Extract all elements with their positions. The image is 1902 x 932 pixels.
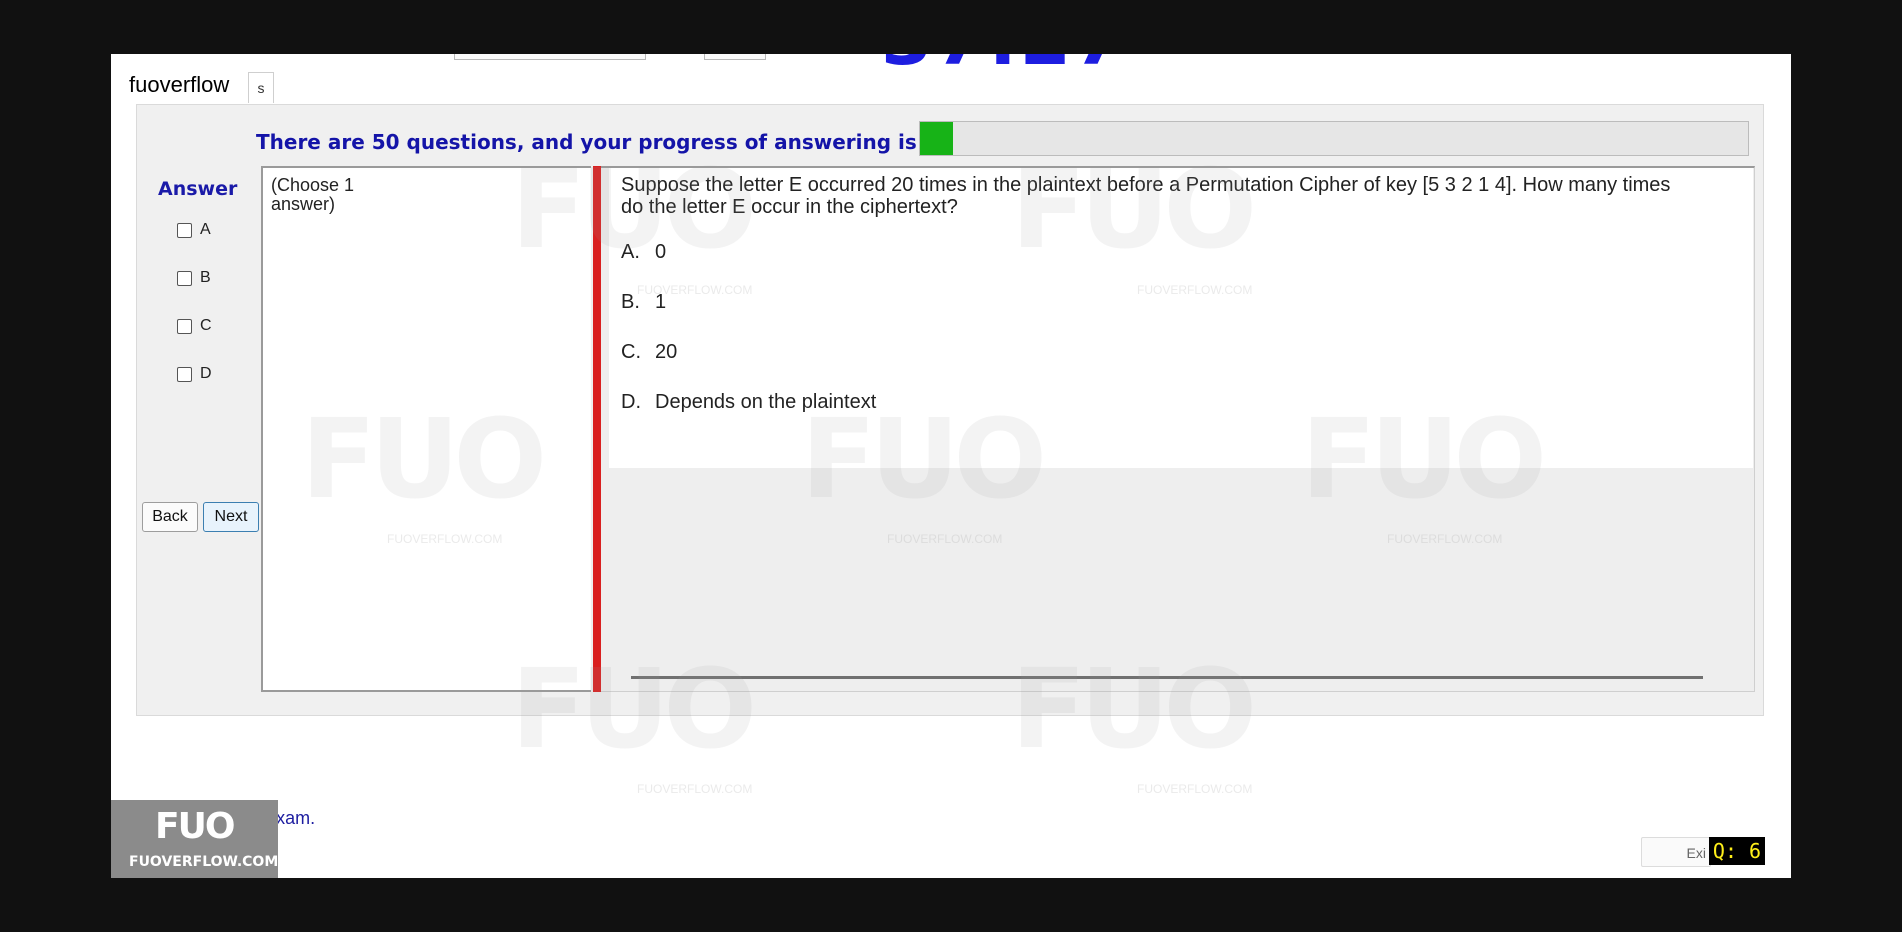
checkbox[interactable] [177, 222, 192, 238]
separator-bar [593, 166, 601, 692]
question-area: Suppose the letter E occurred 20 times i… [601, 166, 1755, 692]
question-number-badge: Q: 6 [1709, 837, 1765, 865]
instruction-text: (Choose 1 answer) [271, 175, 355, 214]
answer-option-b[interactable]: B [177, 267, 237, 289]
answer-title: Answer [158, 178, 238, 200]
answer-option-label: C [200, 317, 212, 334]
question-option: D. Depends on the plaintext [621, 391, 877, 413]
instruction-box: (Choose 1 answer) [261, 166, 591, 692]
checkbox[interactable] [177, 366, 192, 382]
countdown-timer: 37:27 [881, 54, 1127, 76]
horizontal-scrollbar[interactable] [631, 676, 1703, 679]
question-option: B. 1 [621, 291, 667, 313]
top-field[interactable] [454, 54, 646, 60]
exam-window: 37:27 fuoverflow s There are 50 question… [111, 54, 1791, 878]
checkbox[interactable] [177, 318, 192, 334]
brand-text: fuoverflow [129, 72, 230, 97]
watermark-site: FUOVERFLOW.COM [1137, 782, 1253, 796]
question-option: A. 0 [621, 241, 667, 263]
answer-option-label: B [200, 269, 211, 286]
back-button[interactable]: Back [142, 502, 198, 532]
answer-option-a[interactable]: A [177, 219, 237, 241]
answer-option-d[interactable]: D [177, 363, 237, 385]
tab-stub[interactable]: s [248, 72, 274, 103]
question-option: C. 20 [621, 341, 678, 363]
logo-site: FUOVERFLOW.COM [129, 854, 279, 870]
answer-option-label: A [200, 221, 211, 238]
top-field-small[interactable] [704, 54, 766, 60]
progress-fill [920, 122, 954, 155]
progress-bar [919, 121, 1749, 156]
answer-option-c[interactable]: C [177, 315, 237, 337]
next-button[interactable]: Next [203, 502, 259, 532]
logo-mark: FUO [155, 806, 235, 847]
answer-option-label: D [200, 365, 212, 382]
watermark-site: FUOVERFLOW.COM [637, 782, 753, 796]
logo-overlay: FUO FUOVERFLOW.COM [111, 800, 278, 878]
question-text: Suppose the letter E occurred 20 times i… [621, 174, 1671, 218]
exit-button[interactable]: Exi [1641, 837, 1711, 867]
checkbox[interactable] [177, 270, 192, 286]
progress-label: There are 50 questions, and your progres… [256, 130, 917, 154]
question-content: Suppose the letter E occurred 20 times i… [609, 168, 1753, 468]
